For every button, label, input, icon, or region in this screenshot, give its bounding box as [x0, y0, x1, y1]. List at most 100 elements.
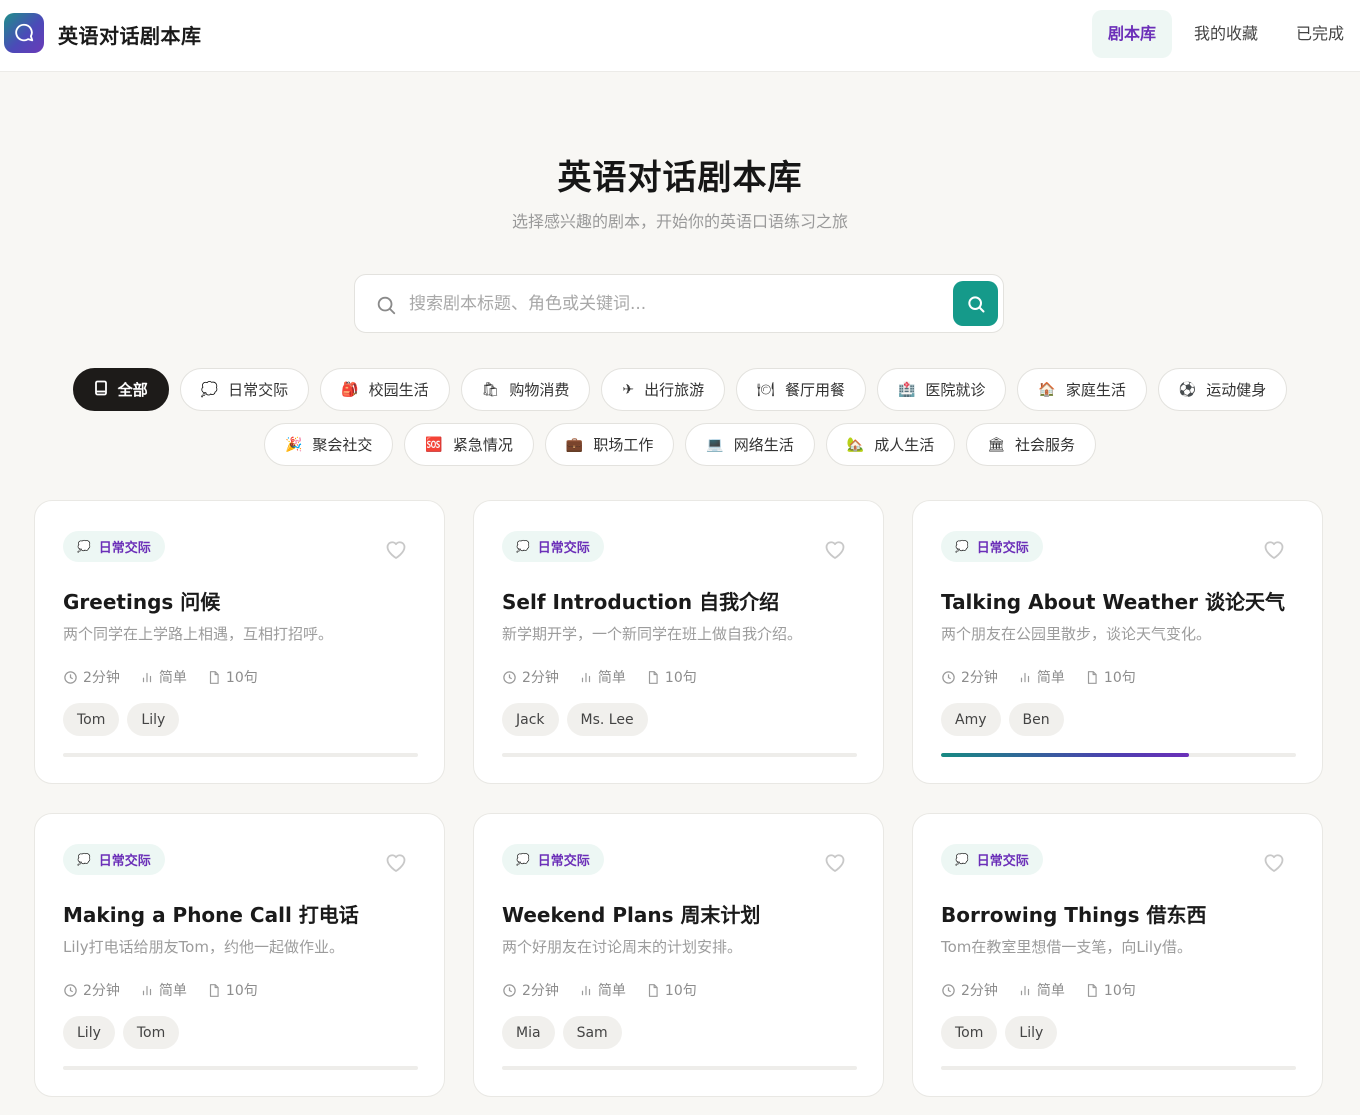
plate-icon: 🍽 [757, 381, 775, 398]
category-chip[interactable]: 🍽 餐厅用餐 [736, 368, 866, 411]
category-chip[interactable]: 🎉 聚会社交 [263, 423, 394, 466]
role-chip: Lily [127, 703, 180, 736]
nav-item-library[interactable]: 剧本库 [1091, 10, 1172, 58]
favorite-heart-icon[interactable] [1262, 538, 1286, 564]
document-icon [1085, 983, 1104, 998]
category-tag: 💭 日常交际 [63, 531, 165, 562]
category-chip-label: 运动健身 [1206, 381, 1267, 399]
clock-icon [502, 983, 522, 998]
card-meta: 2分钟 简单 10句 [63, 667, 278, 687]
level-text: 简单 [597, 670, 626, 686]
top-navigation-bar: 英语对话剧本库 剧本库 我的收藏 已完成 [0, 0, 1360, 72]
category-chip-label: 家庭生活 [1065, 381, 1126, 399]
lines-meta: 10句 [1085, 980, 1136, 1000]
script-card[interactable]: 💭 日常交际 Borrowing Things 借东西 Tom在教室里想借一支笔，向L… [912, 813, 1323, 1097]
favorite-heart-icon[interactable] [384, 851, 408, 877]
category-tag-label: 日常交际 [98, 854, 151, 869]
category-chip[interactable]: 全部 [72, 368, 169, 411]
script-card[interactable]: 💭 日常交际 Talking About Weather 谈论天气 两个朋友在公园里散… [912, 500, 1323, 784]
category-chip[interactable]: 🛍 购物消费 [460, 368, 591, 411]
script-card[interactable]: 💭 日常交际 Greetings 问候 两个同学在上学路上相遇，互相打招呼。 2分钟 简单… [34, 500, 445, 784]
lines-meta: 10句 [207, 667, 258, 687]
card-description: 两个同学在上学路上相遇，互相打招呼。 [63, 625, 334, 643]
speech-bubble-icon: 💭 [77, 853, 91, 866]
card-description: Tom在教室里想借一支笔，向Lily借。 [941, 938, 1192, 956]
category-chip-label: 餐厅用餐 [784, 381, 845, 399]
progress-bar [941, 753, 1296, 757]
progress-bar [63, 753, 418, 757]
category-chip[interactable]: 🏠 家庭生活 [1017, 368, 1147, 411]
document-icon [207, 670, 226, 685]
card-meta: 2分钟 简单 10句 [502, 667, 717, 687]
card-meta: 2分钟 简单 10句 [63, 980, 278, 1000]
category-chip[interactable]: 🏛 社会服务 [966, 423, 1097, 466]
role-chip: Sam [562, 1016, 622, 1049]
backpack-icon: 🎒 [341, 381, 359, 398]
category-chip-label: 医院就诊 [925, 381, 986, 399]
main-nav: 剧本库 我的收藏 已完成 [1086, 10, 1360, 58]
category-chip[interactable]: 🎒 校园生活 [320, 368, 450, 411]
page-title: 英语对话剧本库 [557, 158, 803, 198]
category-chip[interactable]: ⚽ 运动健身 [1157, 368, 1288, 411]
speech-bubble-icon: 💭 [516, 853, 530, 866]
role-chip: Lily [1005, 1016, 1058, 1049]
category-chip-label: 校园生活 [368, 381, 429, 399]
script-card[interactable]: 💭 日常交际 Making a Phone Call 打电话 Lily打电话给朋友To… [34, 813, 445, 1097]
progress-bar [941, 1066, 1296, 1070]
app-logo[interactable] [4, 13, 44, 53]
bar-chart-icon [579, 983, 598, 997]
shopping-bag-icon: 🛍 [481, 381, 500, 398]
nav-item-completed[interactable]: 已完成 [1280, 10, 1360, 58]
level-meta: 简单 [1018, 980, 1065, 1000]
level-text: 简单 [597, 983, 626, 999]
speech-bubble-icon: 💭 [77, 540, 91, 553]
duration-text: 2分钟 [961, 983, 998, 999]
role-chip: Lily [63, 1016, 115, 1049]
speech-bubble-icon: 💭 [955, 540, 969, 553]
bar-chart-icon [1018, 670, 1037, 684]
category-chip-label: 购物消费 [509, 381, 570, 399]
lines-meta: 10句 [646, 667, 697, 687]
category-tag-label: 日常交际 [98, 541, 151, 556]
category-chip[interactable]: 💭 日常交际 [179, 368, 310, 411]
card-description: 新学期开学，一个新同学在班上做自我介绍。 [502, 625, 803, 643]
card-title: Weekend Plans 周末计划 [502, 903, 761, 927]
speech-bubble-icon: 💭 [516, 540, 530, 553]
duration-meta: 2分钟 [502, 667, 559, 687]
card-description: 两个朋友在公园里散步，谈论天气变化。 [941, 625, 1212, 643]
category-chip[interactable]: 🏡 成人生活 [825, 423, 956, 466]
clock-icon [941, 670, 961, 685]
level-meta: 简单 [579, 980, 626, 1000]
role-chip: Tom [122, 1016, 180, 1049]
category-chip[interactable]: ✈ 出行旅游 [601, 368, 726, 411]
category-chip-label: 日常交际 [228, 381, 289, 399]
clock-icon [502, 670, 522, 685]
duration-text: 2分钟 [83, 983, 120, 999]
favorite-heart-icon[interactable] [1262, 851, 1286, 877]
search-button[interactable] [953, 281, 998, 326]
document-icon [646, 983, 665, 998]
lines-meta: 10句 [646, 980, 697, 1000]
script-card[interactable]: 💭 日常交际 Weekend Plans 周末计划 两个好朋友在讨论周末的计划安排。 2… [473, 813, 884, 1097]
bar-chart-icon [1018, 983, 1037, 997]
category-chip[interactable]: 💻 网络生活 [685, 423, 815, 466]
category-chip[interactable]: 🆘 紧急情况 [404, 423, 534, 466]
category-chip-label: 成人生活 [874, 436, 935, 454]
search-icon [377, 296, 396, 315]
favorite-heart-icon[interactable] [823, 851, 847, 877]
level-meta: 简单 [140, 667, 187, 687]
bar-chart-icon [579, 670, 598, 684]
level-meta: 简单 [579, 667, 626, 687]
favorite-heart-icon[interactable] [823, 538, 847, 564]
role-chip: Tom [63, 703, 120, 736]
category-chip[interactable]: 🏥 医院就诊 [876, 368, 1007, 411]
category-chip[interactable]: 💼 职场工作 [544, 423, 675, 466]
lines-text: 10句 [225, 670, 258, 686]
role-chip: Ms. Lee [566, 703, 648, 736]
search-input[interactable] [409, 287, 939, 321]
script-card[interactable]: 💭 日常交际 Self Introduction 自我介绍 新学期开学，一个新同学在班… [473, 500, 884, 784]
favorite-heart-icon[interactable] [384, 538, 408, 564]
chat-bubble-icon [15, 23, 34, 42]
nav-item-favorites[interactable]: 我的收藏 [1178, 10, 1274, 58]
level-meta: 简单 [140, 980, 187, 1000]
